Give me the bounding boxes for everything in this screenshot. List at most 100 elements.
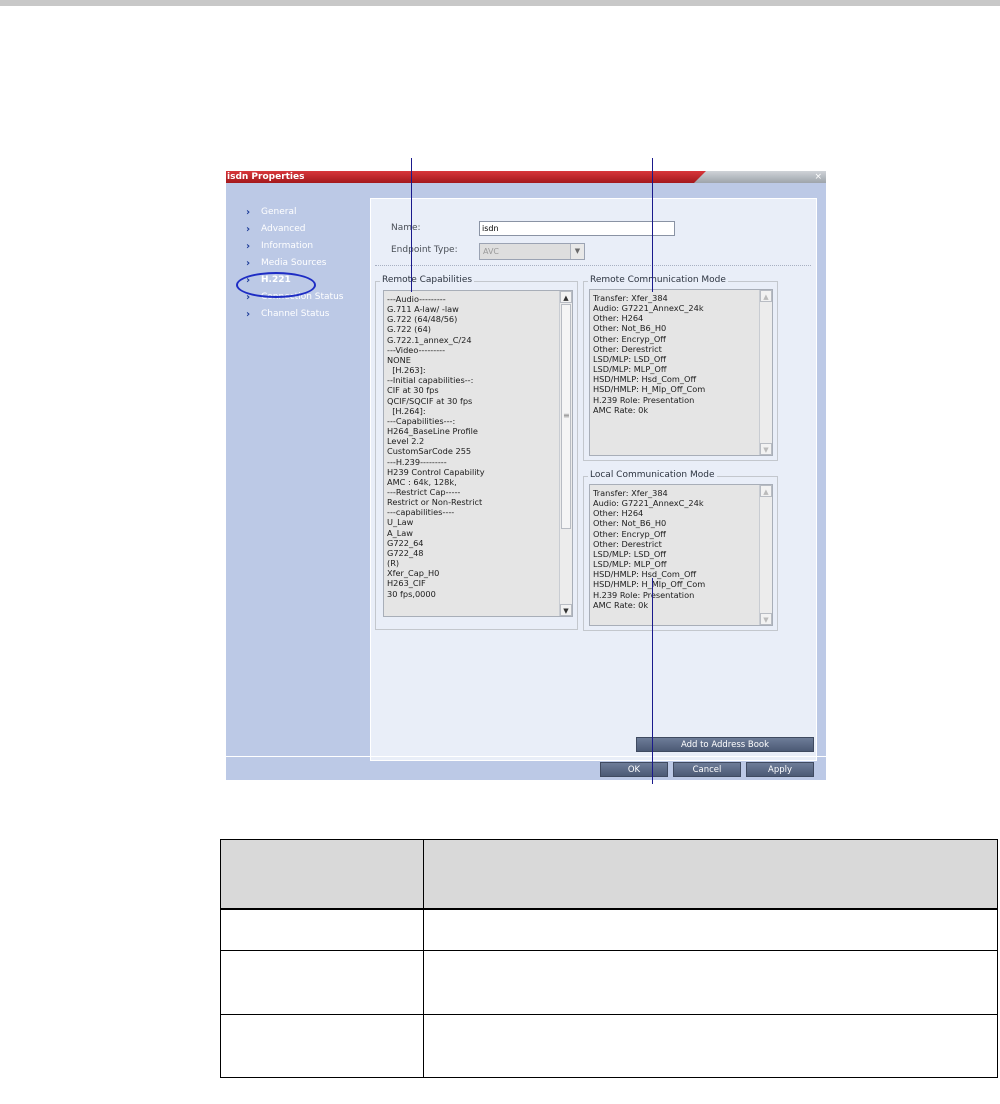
- table-cell: [423, 950, 998, 1015]
- local-comm-mode-line: HSD/HMLP: H_Mlp_Off_Com: [593, 579, 706, 590]
- local-comm-mode-line: Other: Derestrict: [593, 538, 662, 549]
- chevron-right-icon: ›: [246, 309, 251, 320]
- divider: [375, 265, 811, 266]
- remote-capabilities-line: ---Video---------: [387, 344, 446, 355]
- table-header-cell: [423, 839, 998, 910]
- remote-capabilities-scrollbar[interactable]: ▲ ≡ ▼: [559, 291, 572, 616]
- local-comm-mode-line: Other: H264: [593, 508, 644, 519]
- remote-comm-mode-line: HSD/HMLP: Hsd_Com_Off: [593, 374, 697, 385]
- remote-comm-mode-text: Transfer: Xfer_384 Audio: G7221_AnnexC_24…: [593, 293, 705, 415]
- table-row: [220, 908, 998, 951]
- sidebar-item-information[interactable]: › Information: [234, 238, 364, 255]
- local-comm-mode-line: LSD/MLP: MLP_Off: [593, 559, 667, 570]
- sidebar-item-advanced[interactable]: › Advanced: [234, 221, 364, 238]
- title-bar: isdn Properties ×: [226, 171, 826, 183]
- description-table: [220, 839, 998, 1078]
- remote-capabilities-line: A_Law: [387, 527, 413, 538]
- sidebar-item-general[interactable]: › General: [234, 204, 364, 221]
- remote-capabilities-line: Restrict or Non-Restrict: [387, 497, 483, 508]
- remote-comm-mode-line: H.239 Role: Presentation: [593, 394, 695, 405]
- scroll-up-icon: ▲: [760, 485, 772, 497]
- remote-capabilities-line: Xfer_Cap_H0: [387, 568, 440, 579]
- local-comm-mode-line: Transfer: Xfer_384: [593, 488, 668, 498]
- sidebar-item-label: Information: [261, 241, 314, 251]
- local-comm-mode-line: H.239 Role: Presentation: [593, 589, 695, 600]
- chevron-right-icon: ›: [246, 207, 251, 218]
- ok-button[interactable]: OK: [600, 762, 668, 777]
- local-comm-mode-title: Local Communication Mode: [588, 470, 717, 480]
- scroll-thumb[interactable]: ≡: [561, 304, 571, 529]
- local-comm-mode-line: AMC Rate: 0k: [593, 599, 649, 610]
- endpoint-type-value: AVC: [483, 247, 500, 256]
- local-comm-mode-line: HSD/HMLP: Hsd_Com_Off: [593, 569, 697, 580]
- remote-comm-mode-line: AMC Rate: 0k: [593, 404, 649, 415]
- remote-capabilities-line: G.722 (64/48/56): [387, 314, 458, 325]
- button-separator: [226, 756, 826, 757]
- remote-comm-mode-line: LSD/MLP: LSD_Off: [593, 353, 666, 364]
- sidebar-item-label: General: [261, 207, 297, 217]
- apply-button[interactable]: Apply: [746, 762, 814, 777]
- remote-comm-mode-line: Other: Encryp_Off: [593, 333, 666, 344]
- scroll-down-icon[interactable]: ▼: [560, 604, 572, 616]
- remote-capabilities-list[interactable]: ---Audio--------- G.711 A-law/ -law G.722 …: [383, 290, 573, 617]
- local-comm-mode-group: Local Communication Mode Transfer: Xfer_…: [583, 470, 778, 631]
- remote-capabilities-text: ---Audio--------- G.711 A-law/ -law G.722 …: [387, 294, 485, 599]
- remote-capabilities-group: Remote Capabilities ---Audio--------- G.7…: [375, 275, 578, 630]
- remote-capabilities-line: H264_BaseLine Profile: [387, 426, 478, 437]
- local-comm-mode-scrollbar: ▲ ▼: [759, 485, 772, 625]
- remote-capabilities-line: ---Audio---------: [387, 294, 446, 304]
- endpoint-type-select[interactable]: AVC ▼: [479, 243, 585, 260]
- remote-capabilities-line: CIF at 30 fps: [387, 385, 439, 396]
- scroll-down-icon: ▼: [760, 443, 772, 455]
- name-input[interactable]: isdn: [479, 221, 675, 236]
- remote-comm-mode-line: Other: Derestrict: [593, 343, 662, 354]
- chevron-down-icon[interactable]: ▼: [570, 244, 584, 259]
- table-row: [220, 950, 998, 1015]
- remote-capabilities-line: H263_CIF: [387, 578, 426, 589]
- title-bar-tab: [694, 171, 826, 183]
- remote-capabilities-line: U_Law: [387, 517, 414, 528]
- table-row: [220, 1014, 998, 1078]
- remote-capabilities-line: ---capabilities----: [387, 507, 455, 518]
- chevron-right-icon: ›: [246, 258, 251, 269]
- local-comm-mode-line: Audio: G7221_AnnexC_24k: [593, 498, 704, 509]
- remote-capabilities-line: NONE: [387, 354, 411, 365]
- remote-capabilities-line: QCIF/SQCIF at 30 fps: [387, 395, 473, 406]
- scroll-up-icon[interactable]: ▲: [560, 291, 572, 303]
- remote-capabilities-line: 30 fps,0000: [387, 588, 436, 599]
- callout-line-remote-capabilities: [411, 158, 412, 292]
- properties-dialog: isdn Properties × › General › Advanced › In…: [226, 171, 826, 780]
- remote-comm-mode-line: Transfer: Xfer_384: [593, 293, 668, 303]
- table-header-row: [220, 839, 998, 910]
- highlight-ellipse: [236, 272, 316, 298]
- remote-comm-mode-line: HSD/HMLP: H_Mlp_Off_Com: [593, 384, 706, 395]
- remote-capabilities-line: H239 Control Capability: [387, 466, 485, 477]
- local-comm-mode-list[interactable]: Transfer: Xfer_384 Audio: G7221_AnnexC_24…: [589, 484, 773, 626]
- scroll-down-icon: ▼: [760, 613, 772, 625]
- remote-comm-mode-list[interactable]: Transfer: Xfer_384 Audio: G7221_AnnexC_24…: [589, 289, 773, 456]
- remote-capabilities-line: G.722.1_annex_C/24: [387, 334, 472, 345]
- dialog-title: isdn Properties: [227, 172, 305, 182]
- h221-panel: Name: isdn Endpoint Type: AVC ▼ Remote C…: [370, 198, 817, 761]
- name-label: Name:: [391, 223, 421, 233]
- remote-capabilities-line: ---H.239---------: [387, 456, 447, 467]
- table-cell: [423, 1014, 998, 1078]
- remote-capabilities-line: G.711 A-law/ -law: [387, 304, 459, 315]
- table-header-cell: [220, 839, 424, 910]
- sidebar-item-channel-status[interactable]: › Channel Status: [234, 306, 364, 323]
- remote-capabilities-line: ---Capabilities---:: [387, 415, 456, 426]
- sidebar-item-label: Media Sources: [261, 258, 327, 268]
- cancel-button[interactable]: Cancel: [673, 762, 741, 777]
- close-icon[interactable]: ×: [814, 171, 822, 183]
- remote-capabilities-line: --Initial capabilities--:: [387, 375, 474, 386]
- callout-line-remote-comm-mode: [652, 158, 653, 292]
- sidebar-item-media-sources[interactable]: › Media Sources: [234, 255, 364, 272]
- local-comm-mode-line: Other: Not_B6_H0: [593, 518, 667, 529]
- local-comm-mode-line: LSD/MLP: LSD_Off: [593, 548, 666, 559]
- remote-comm-mode-title: Remote Communication Mode: [588, 275, 728, 285]
- remote-capabilities-line: G.722 (64): [387, 324, 431, 335]
- add-to-address-book-button[interactable]: Add to Address Book: [636, 737, 814, 752]
- callout-line-local-comm-mode: [652, 578, 653, 784]
- local-comm-mode-text: Transfer: Xfer_384 Audio: G7221_AnnexC_24…: [593, 488, 705, 610]
- remote-capabilities-line: AMC : 64k, 128k,: [387, 476, 457, 487]
